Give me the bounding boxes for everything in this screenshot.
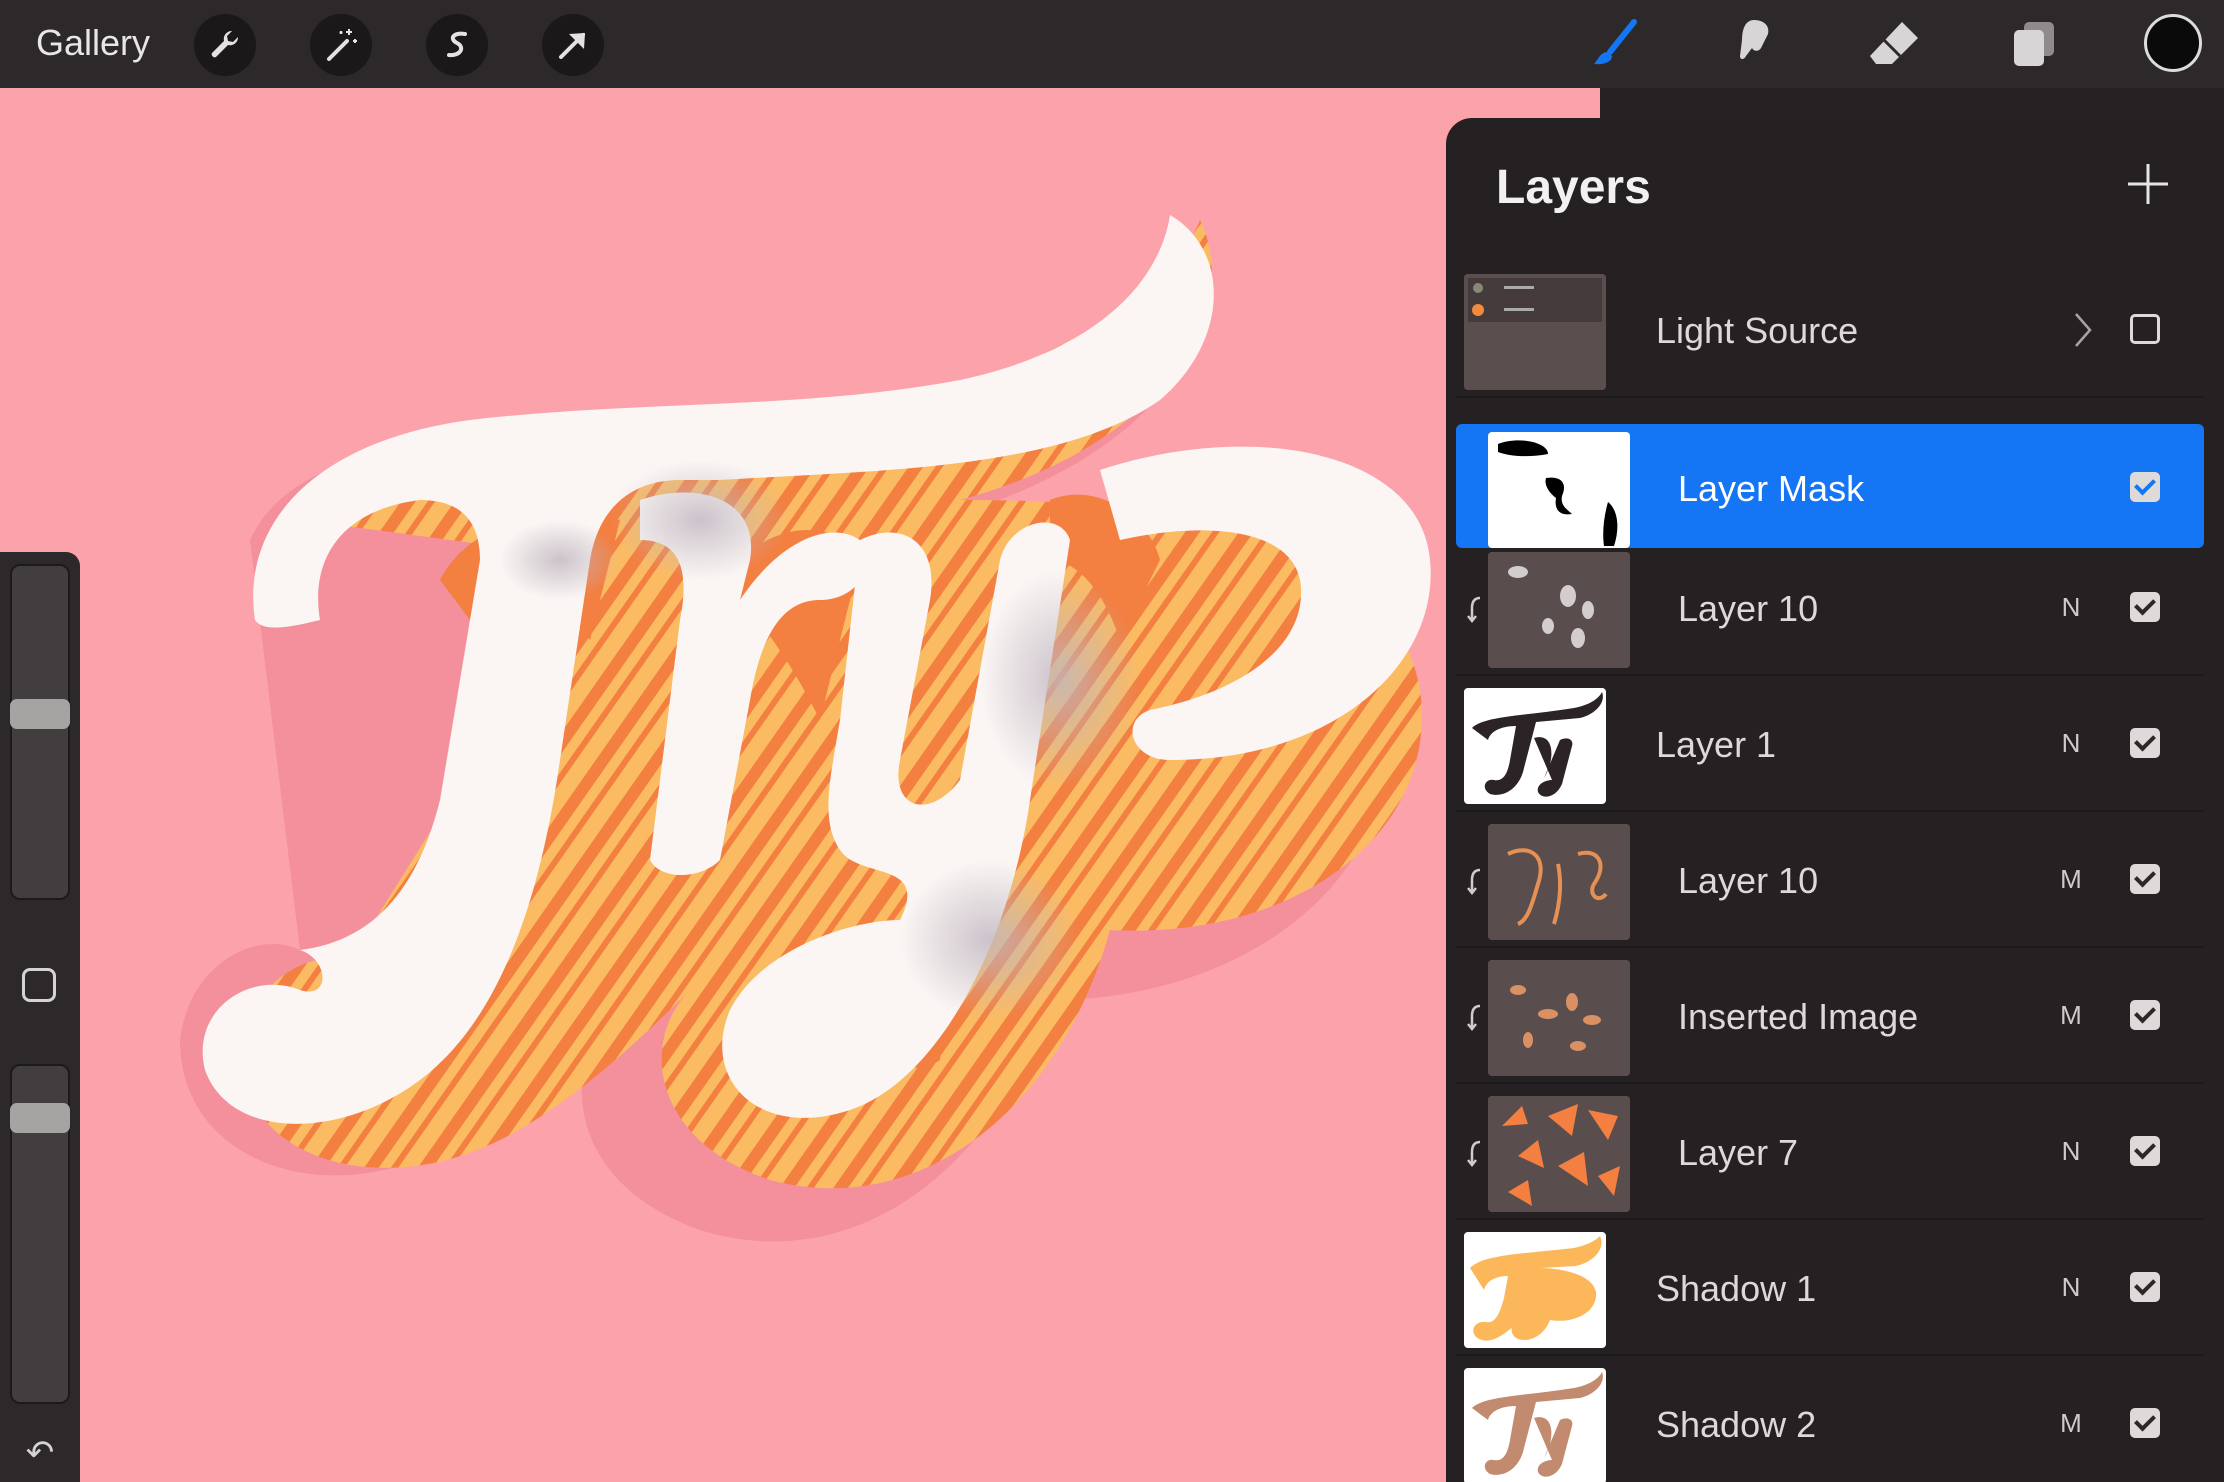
layer-name: Shadow 2: [1656, 1404, 1817, 1445]
layer-thumbnail[interactable]: [1464, 688, 1606, 804]
layer-name: Layer 7: [1678, 1132, 1799, 1173]
layers-panel: Layers Light Source Layer Mask Layer 10 N La…: [1446, 118, 2224, 1482]
blend-mode-button[interactable]: M: [2056, 1000, 2086, 1031]
brush-icon: [1594, 19, 1637, 65]
actions-wrench-button[interactable]: [194, 14, 256, 76]
layers-title: Layers: [1496, 161, 1651, 214]
layer-thumbnail[interactable]: [1488, 824, 1630, 940]
smudge-tool-button[interactable]: [1722, 12, 1786, 76]
layer-thumbnail[interactable]: [1488, 1096, 1630, 1212]
visibility-checkbox[interactable]: [2130, 1272, 2160, 1302]
try-lettering-artwork: [180, 215, 1431, 1242]
transform-button[interactable]: [542, 14, 604, 76]
layer-name: Light Source: [1656, 310, 1859, 351]
square-icon[interactable]: [22, 968, 56, 1002]
visibility-checkbox[interactable]: [2130, 1136, 2160, 1166]
layer-thumbnail[interactable]: [1488, 432, 1630, 548]
visibility-checkbox[interactable]: [2130, 1000, 2160, 1030]
layer-row[interactable]: Inserted Image M: [1456, 952, 2204, 1084]
layer-name: Inserted Image: [1678, 996, 1919, 1037]
layer-name: Layer 1: [1656, 724, 1777, 765]
clipping-mask-icon: [1466, 1138, 1486, 1168]
blend-mode-button[interactable]: N: [2056, 728, 2086, 759]
visibility-checkbox[interactable]: [2130, 592, 2160, 622]
color-picker-button[interactable]: [2144, 14, 2202, 72]
layer-row[interactable]: Light Source: [1456, 266, 2204, 398]
layer-row[interactable]: Layer Mask: [1456, 424, 2204, 548]
smudge-icon: [1740, 20, 1769, 59]
layer-row[interactable]: Layer 1 N: [1456, 680, 2204, 812]
layer-thumbnail[interactable]: [1464, 1232, 1606, 1348]
layer-thumbnail[interactable]: [1488, 960, 1630, 1076]
layers-tool-button[interactable]: [2002, 12, 2066, 76]
drawing-canvas[interactable]: [0, 88, 1600, 1482]
chevron-right-icon[interactable]: [2068, 308, 2096, 352]
magic-wand-icon: [327, 29, 357, 61]
layer-name: Layer Mask: [1678, 468, 1865, 509]
layer-name: Shadow 1: [1656, 1268, 1817, 1309]
layer-row[interactable]: Shadow 1 N: [1456, 1224, 2204, 1356]
layer-name: Layer 10: [1678, 588, 1819, 629]
visibility-checkbox[interactable]: [2130, 314, 2160, 344]
clipping-mask-icon: [1466, 866, 1486, 896]
plus-icon[interactable]: [2120, 156, 2176, 212]
layer-thumbnail[interactable]: [1464, 274, 1606, 390]
layer-row[interactable]: Layer 10 M: [1456, 816, 2204, 948]
blend-mode-button[interactable]: N: [2056, 1272, 2086, 1303]
layer-row[interactable]: Layer 7 N: [1456, 1088, 2204, 1220]
eraser-tool-button[interactable]: [1862, 12, 1926, 76]
wrench-icon: [211, 30, 239, 58]
blend-mode-button[interactable]: N: [2056, 592, 2086, 623]
clipping-mask-icon: [1466, 1002, 1486, 1032]
layer-thumbnail[interactable]: [1488, 552, 1630, 668]
layer-name: Layer 10: [1678, 860, 1819, 901]
layers-icon: [2014, 22, 2054, 66]
layer-row[interactable]: Layer 10 N: [1456, 544, 2204, 676]
gallery-button[interactable]: Gallery: [36, 22, 150, 64]
undo-arrow-icon[interactable]: ↶: [18, 1436, 62, 1470]
brush-size-thumb[interactable]: [10, 698, 70, 729]
transform-arrow-icon: [559, 33, 585, 59]
visibility-checkbox[interactable]: [2130, 1408, 2160, 1438]
selection-button[interactable]: [426, 14, 488, 76]
layer-thumbnail[interactable]: [1464, 1368, 1606, 1482]
blend-mode-button[interactable]: N: [2056, 1136, 2086, 1167]
selection-s-icon: [447, 31, 467, 58]
eraser-icon: [1870, 22, 1918, 64]
blend-mode-button[interactable]: M: [2056, 1408, 2086, 1439]
opacity-thumb[interactable]: [10, 1103, 70, 1134]
visibility-checkbox[interactable]: [2130, 472, 2160, 502]
adjustments-wand-button[interactable]: [310, 14, 372, 76]
visibility-checkbox[interactable]: [2130, 728, 2160, 758]
blend-mode-button[interactable]: M: [2056, 864, 2086, 895]
visibility-checkbox[interactable]: [2130, 864, 2160, 894]
side-controls: ↶: [0, 552, 80, 1482]
brush-tool-button[interactable]: [1584, 12, 1648, 76]
brush-size-slider[interactable]: [10, 564, 70, 900]
layer-row[interactable]: Shadow 2 M: [1456, 1360, 2204, 1482]
top-toolbar: Gallery: [0, 0, 2224, 88]
clipping-mask-icon: [1466, 594, 1486, 624]
